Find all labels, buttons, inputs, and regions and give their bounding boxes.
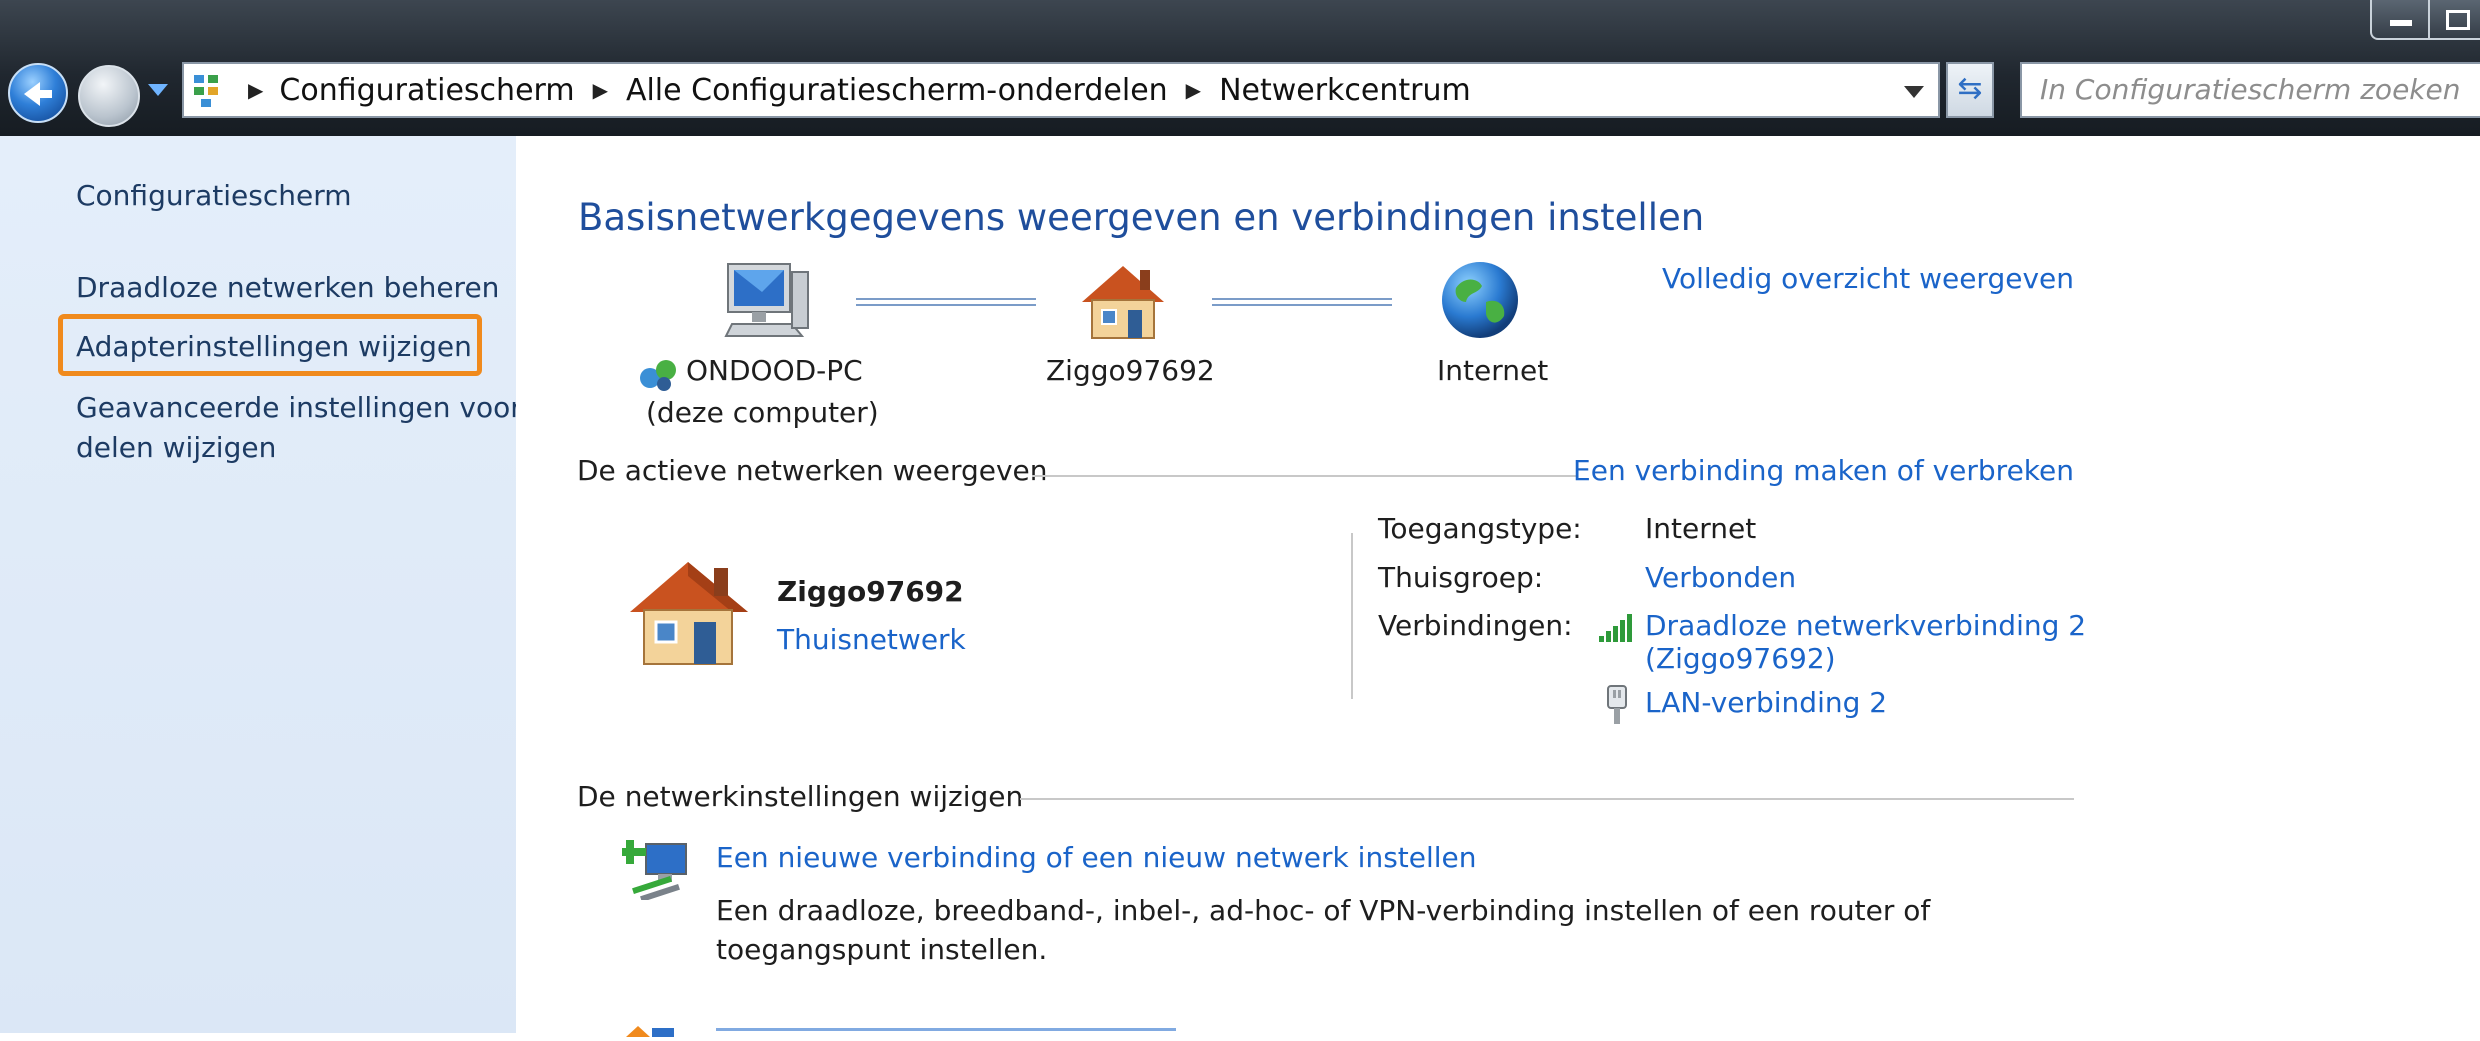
wifi-signal-icon	[1597, 612, 1637, 648]
vertical-divider	[1351, 533, 1353, 699]
connect-disconnect-link[interactable]: Een verbinding maken of verbreken	[1573, 454, 2074, 487]
homegroup-label: Thuisgroep:	[1378, 561, 1544, 594]
sidebar-item-advanced-sharing[interactable]: Geavanceerde instellingen voor delen wij…	[76, 388, 522, 468]
section-title-change-settings: De netwerkinstellingen wijzigen	[577, 780, 1024, 813]
refresh-button[interactable]: ⇆	[1946, 62, 1994, 118]
setup-new-connection-link[interactable]: Een nieuwe verbinding of een nieuw netwe…	[716, 841, 1477, 874]
home-network-icon[interactable]	[1078, 262, 1168, 346]
lan-connection-link[interactable]: LAN-verbinding 2	[1645, 686, 1887, 719]
back-button[interactable]	[8, 63, 68, 123]
computer-icon[interactable]	[722, 262, 812, 342]
section-title-active-networks: De actieve netwerken weergeven	[577, 454, 1048, 487]
breadcrumb-all-items[interactable]: Alle Configuratiescherm-onderdelen	[626, 73, 1168, 108]
new-connection-icon	[622, 836, 692, 904]
breadcrumb-separator-icon[interactable]: ▶	[593, 78, 608, 102]
sidebar-item-adapter-settings[interactable]: Adapterinstellingen wijzigen	[76, 327, 472, 367]
forward-button[interactable]	[78, 65, 140, 127]
connection-line	[856, 298, 1036, 306]
minimize-button[interactable]	[2370, 0, 2430, 40]
computer-sublabel: (deze computer)	[646, 396, 879, 429]
section-divider	[1020, 798, 2074, 800]
sidebar-item-label: delen wijzigen	[76, 431, 277, 464]
access-type-value: Internet	[1645, 512, 1757, 545]
active-network-name: Ziggo97692	[777, 575, 964, 608]
breadcrumb-separator-icon[interactable]: ▶	[1186, 78, 1201, 102]
breadcrumb-control-panel[interactable]: Configuratiescherm	[279, 73, 574, 108]
setup-new-connection-description: toegangspunt instellen.	[716, 933, 1048, 966]
connection-line	[1212, 298, 1392, 306]
setup-new-connection-description: Een draadloze, breedband-, inbel-, ad-ho…	[716, 894, 1931, 927]
network-map-label: Ziggo97692	[1046, 354, 1215, 387]
connections-label: Verbindingen:	[1378, 609, 1573, 642]
address-bar[interactable]: ▶ Configuratiescherm ▶ Alle Configuratie…	[182, 62, 1940, 118]
wireless-connection-link[interactable]: Draadloze netwerkverbinding 2 (Ziggo9769…	[1645, 609, 2086, 675]
control-panel-icon	[192, 71, 230, 109]
partial-link[interactable]	[716, 1024, 1176, 1033]
section-divider	[1032, 475, 1578, 477]
home-network-icon[interactable]	[628, 556, 752, 672]
sidebar-item-wireless-networks[interactable]: Draadloze netwerken beheren	[76, 268, 499, 308]
computer-name: ONDOOD-PC	[686, 354, 863, 387]
window-titlebar: ▶ Configuratiescherm ▶ Alle Configuratie…	[0, 0, 2480, 136]
homegroup-link[interactable]: Verbonden	[1645, 561, 1796, 594]
sidebar-home-link[interactable]: Configuratiescherm	[76, 176, 352, 216]
network-users-icon	[640, 360, 676, 391]
page-title: Basisnetwerkgegevens weergeven en verbin…	[578, 196, 1705, 239]
connection-label: (Ziggo97692)	[1645, 642, 1836, 675]
network-type-link[interactable]: Thuisnetwerk	[777, 623, 966, 656]
internet-label: Internet	[1437, 354, 1549, 387]
maximize-button[interactable]	[2428, 0, 2480, 40]
address-dropdown-icon[interactable]	[1904, 86, 1924, 98]
full-map-link[interactable]: Volledig overzicht weergeven	[1662, 262, 2074, 295]
troubleshoot-icon	[626, 1022, 676, 1041]
search-input[interactable]: In Configuratiescherm zoeken	[2020, 62, 2480, 118]
connection-label: Draadloze netwerkverbinding 2	[1645, 609, 2087, 642]
breadcrumb-separator-icon[interactable]: ▶	[248, 78, 263, 102]
recent-pages-dropdown-icon[interactable]	[148, 84, 168, 96]
lan-cable-icon	[1604, 684, 1630, 730]
breadcrumb-network-center[interactable]: Netwerkcentrum	[1219, 73, 1471, 108]
sidebar-item-label: Geavanceerde instellingen voor	[76, 391, 522, 424]
access-type-label: Toegangstype:	[1378, 512, 1582, 545]
globe-icon[interactable]	[1438, 258, 1522, 346]
